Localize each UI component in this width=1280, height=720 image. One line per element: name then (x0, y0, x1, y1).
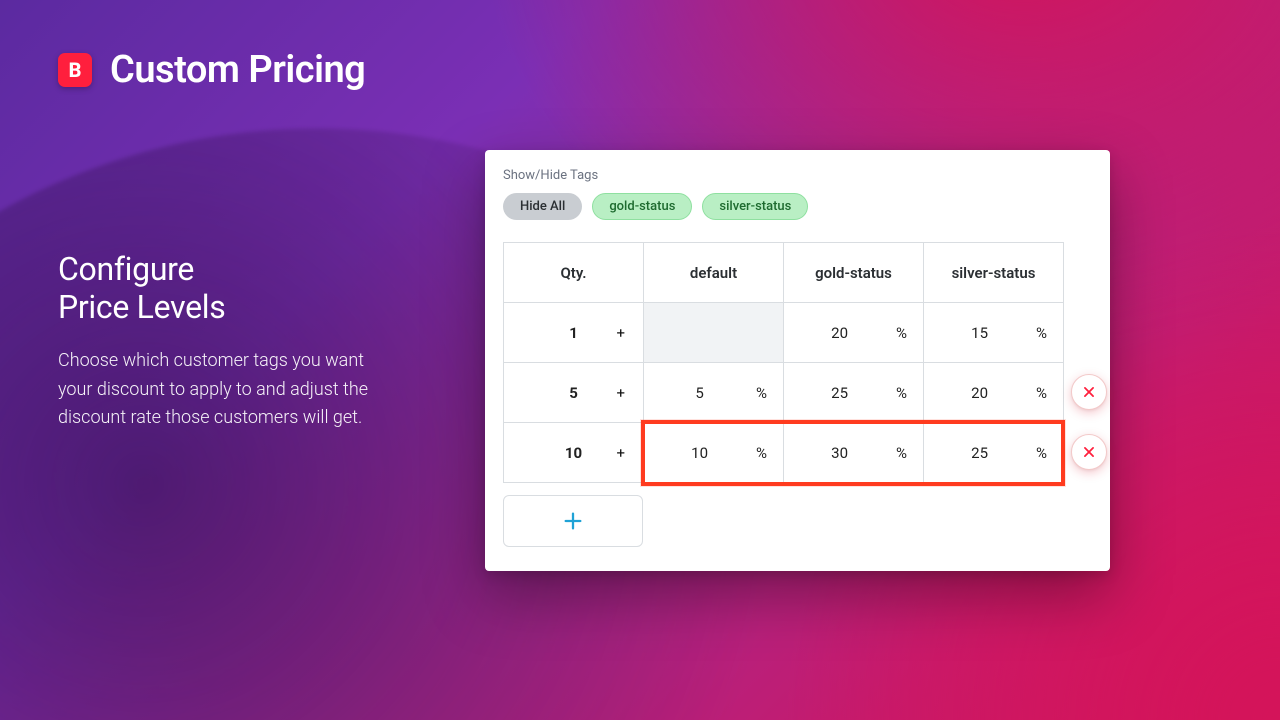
tag-filter-row: Hide All gold-status silver-status (503, 193, 1092, 220)
discount-unit: % (896, 444, 907, 462)
discount-cell-silver[interactable]: 25 % (924, 423, 1064, 483)
discount-value: 25 (971, 444, 988, 462)
plus-icon (562, 510, 584, 532)
copy-heading-line1: Configure (58, 250, 194, 288)
discount-value: 20 (971, 384, 988, 402)
qty-plus-icon: + (616, 384, 625, 402)
qty-cell[interactable]: 10 + (504, 423, 644, 483)
qty-plus-icon: + (616, 444, 625, 462)
copy-heading-line2: Price Levels (58, 288, 225, 326)
discount-unit: % (1036, 444, 1047, 462)
table-row: 10 + 10 % 30 % 25 % (504, 423, 1064, 483)
marketing-copy: Configure Price Levels Choose which cust… (58, 250, 388, 433)
delete-row-button[interactable] (1071, 374, 1107, 410)
discount-cell-gold[interactable]: 20 % (784, 303, 924, 363)
qty-cell[interactable]: 1 + (504, 303, 644, 363)
discount-cell-default[interactable] (644, 303, 784, 363)
discount-cell-default[interactable]: 5 % (644, 363, 784, 423)
discount-value: 5 (695, 384, 703, 402)
close-icon (1082, 445, 1096, 459)
tag-pill-silver-status[interactable]: silver-status (702, 193, 808, 220)
discount-value: 25 (831, 384, 848, 402)
discount-cell-default[interactable]: 10 % (644, 423, 784, 483)
qty-plus-icon: + (616, 324, 625, 342)
discount-value: 10 (691, 444, 708, 462)
pricing-panel: Show/Hide Tags Hide All gold-status silv… (485, 150, 1110, 571)
discount-unit: % (896, 324, 907, 342)
discount-value: 30 (831, 444, 848, 462)
hide-all-button[interactable]: Hide All (503, 193, 582, 220)
discount-value: 20 (831, 324, 848, 342)
copy-body: Choose which customer tags you want your… (58, 347, 388, 433)
qty-cell[interactable]: 5 + (504, 363, 644, 423)
table-row: 1 + 20 % 15 % (504, 303, 1064, 363)
close-icon (1082, 385, 1096, 399)
discount-cell-silver[interactable]: 20 % (924, 363, 1064, 423)
brand-logo-letter: B (69, 58, 82, 82)
col-header-silver: silver-status (924, 243, 1064, 303)
app-title: Custom Pricing (110, 48, 365, 92)
table-header-row: Qty. default gold-status silver-status (504, 243, 1064, 303)
tag-pill-gold-status[interactable]: gold-status (592, 193, 692, 220)
col-header-default: default (644, 243, 784, 303)
qty-value: 10 (565, 444, 582, 462)
app-header: B Custom Pricing (58, 48, 365, 92)
discount-unit: % (1036, 324, 1047, 342)
col-header-qty: Qty. (504, 243, 644, 303)
discount-cell-gold[interactable]: 30 % (784, 423, 924, 483)
add-row-container (503, 495, 643, 547)
pricing-table: Qty. default gold-status silver-status 1… (503, 242, 1064, 483)
discount-unit: % (1036, 384, 1047, 402)
qty-value: 5 (569, 384, 578, 402)
discount-unit: % (896, 384, 907, 402)
table-row: 5 + 5 % 25 % 20 % (504, 363, 1064, 423)
add-row-button[interactable] (503, 495, 643, 547)
discount-value: 15 (971, 324, 988, 342)
brand-logo: B (58, 53, 92, 87)
qty-value: 1 (569, 324, 578, 342)
discount-cell-silver[interactable]: 15 % (924, 303, 1064, 363)
discount-unit: % (756, 444, 767, 462)
col-header-gold: gold-status (784, 243, 924, 303)
copy-heading: Configure Price Levels (58, 250, 388, 327)
discount-unit: % (756, 384, 767, 402)
discount-cell-gold[interactable]: 25 % (784, 363, 924, 423)
delete-row-button[interactable] (1071, 434, 1107, 470)
tags-section-label: Show/Hide Tags (503, 168, 1092, 183)
pricing-grid: Qty. default gold-status silver-status 1… (503, 242, 1092, 483)
